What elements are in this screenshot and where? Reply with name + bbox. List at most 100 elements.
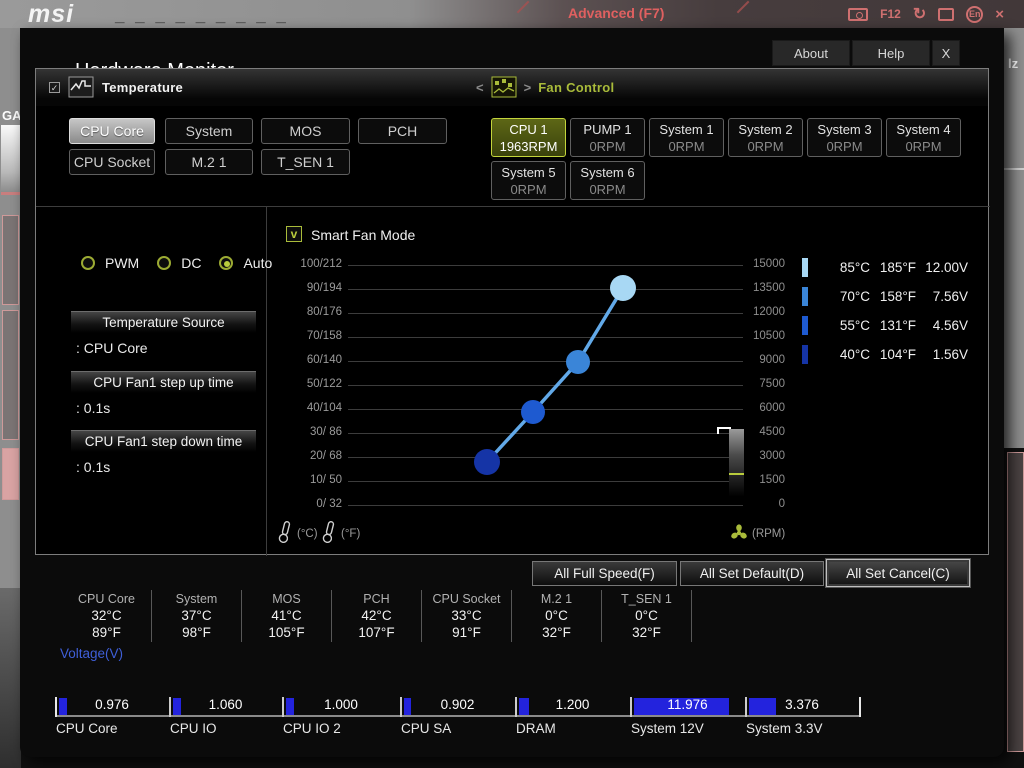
bios-screen: msi _ _ _ _ _ _ _ _ _ Advanced (F7) F12 … [0,0,1024,768]
temperature-source-button[interactable]: Temperature Source [71,311,256,334]
fan-control-chart-icon [491,76,517,98]
temp-button-cpu-core[interactable]: CPU Core [69,118,155,144]
chart-gridline [348,385,743,386]
temp-axis-tick: 80/176 [306,306,342,318]
temp-button-system[interactable]: System [165,118,253,144]
all-set-cancel-button[interactable]: All Set Cancel(C) [826,559,970,587]
readout-m2-1: M.2 1 0°C 32°F [512,590,602,642]
chart-gridline [348,409,743,410]
fan-button-pump-1[interactable]: PUMP 1 0RPM [570,118,645,157]
current-rpm-gauge[interactable] [729,429,744,504]
about-button[interactable]: About [772,40,850,66]
all-full-speed-button[interactable]: All Full Speed(F) [532,561,677,586]
fan-curve-point-85c[interactable] [610,275,636,301]
step-up-time-button[interactable]: CPU Fan1 step up time [71,371,256,394]
voltage-value: 1.200 [555,697,590,712]
fan-name: System 1 [659,121,714,137]
legend-row: 55°C 131°F 4.56V [802,311,968,340]
fan-name: PUMP 1 [583,121,632,137]
voltage-value: 1.000 [324,697,358,712]
fan-next-arrow[interactable]: > [524,80,532,95]
msi-logo: msi [28,0,75,28]
voltage-value: 3.376 [785,697,819,712]
background-right-line [1004,168,1024,170]
legend-temp-c: 40°C [839,347,870,362]
background-menu-fragment [2,310,19,440]
legend-voltage: 4.56V [932,318,968,333]
temperature-section-header: ✓ Temperature [49,76,183,98]
rpm-axis-tick: 15000 [753,258,785,270]
readout-pch: PCH 42°C 107°F [332,590,422,642]
fahrenheit-unit-label: (°F) [341,528,361,540]
radio-dc[interactable] [157,256,172,270]
readout-fahrenheit: 32°F [542,625,571,640]
temp-button-pch[interactable]: PCH [358,118,447,144]
readout-system: System 37°C 98°F [152,590,242,642]
temp-button-t-sen-1[interactable]: T_SEN 1 [261,149,350,175]
help-button[interactable]: Help [852,40,930,66]
chart-gridline [348,433,743,434]
voltage-value: 11.976 [667,697,708,712]
temp-button-cpu-socket[interactable]: CPU Socket [69,149,155,175]
readout-fahrenheit: 32°F [632,625,661,640]
readout-celsius: 41°C [271,608,302,623]
rpm-axis-tick: 0 [778,498,785,510]
temp-axis-tick: 60/140 [306,354,342,366]
fan-button-cpu-1[interactable]: CPU 1 1963RPM [491,118,566,157]
picture-icon [938,7,955,21]
readout-fahrenheit: 98°F [182,625,211,640]
legend-temp-f: 104°F [879,347,916,362]
radio-auto[interactable] [219,256,234,270]
temp-axis-tick: 20/ 68 [310,450,342,462]
fan-curve-point-40c[interactable] [474,449,500,475]
smart-fan-mode-label: Smart Fan Mode [311,227,416,243]
fan-curve-legend: 85°C 185°F 12.00V 70°C 158°F 7.56V 55°C … [802,253,968,369]
voltage-gauge-system-3-3v: 3.376 [746,696,858,716]
rpm-unit-label: (RPM) [752,528,786,540]
readout-celsius: 0°C [545,608,568,623]
chart-gridline [348,337,743,338]
voltage-value: 0.976 [95,697,129,712]
temp-axis-tick: 100/212 [300,258,342,270]
readout-cpu-socket: CPU Socket 33°C 91°F [422,590,512,642]
window-close-button[interactable]: X [932,40,960,66]
fan-button-system-3[interactable]: System 3 0RPM [807,118,882,157]
radio-pwm[interactable] [81,256,95,270]
fan-prev-arrow[interactable]: < [476,80,484,95]
temperature-section-title: Temperature [102,79,184,95]
rpm-axis-tick: 7500 [759,378,785,390]
fan-button-system-2[interactable]: System 2 0RPM [728,118,803,157]
click-bios-text-obscured: _ _ _ _ _ _ _ _ _ [115,6,289,25]
chart-gridline [348,457,743,458]
readout-name: T_SEN 1 [621,592,672,606]
fan-button-system-1[interactable]: System 1 0RPM [649,118,724,157]
background-menu-fragment [2,215,19,305]
smart-fan-mode-checkbox[interactable]: v [286,226,302,242]
fan-name: System 6 [580,164,635,180]
fan-button-system-5[interactable]: System 5 0RPM [491,161,566,200]
step-down-time-button[interactable]: CPU Fan1 step down time [71,430,256,453]
readout-mos: MOS 41°C 105°F [242,590,332,642]
game-boost-knob-fragment [1,125,20,195]
voltage-name-cpu-core: CPU Core [56,721,118,736]
fan-button-system-6[interactable]: System 6 0RPM [570,161,645,200]
temp-button-mos[interactable]: MOS [261,118,350,144]
voltage-name-system-12v: System 12V [631,721,704,736]
fan-button-system-4[interactable]: System 4 0RPM [886,118,961,157]
temp-axis-tick: 10/ 50 [310,474,342,486]
fan-curve-point-70c[interactable] [566,350,590,374]
fan-curve-line [485,287,625,464]
temperature-checkbox-icon[interactable]: ✓ [49,81,60,93]
fan-curve-point-55c[interactable] [521,400,545,424]
mhz-label-fragment: lz [1008,56,1019,71]
fan-rpm: 0RPM [826,138,863,154]
all-set-default-button[interactable]: All Set Default(D) [680,561,824,586]
refresh-icon: ↻ [912,6,927,23]
legend-row: 70°C 158°F 7.56V [802,282,968,311]
readout-name: PCH [363,592,390,606]
screenshot-camera-icon [848,7,869,21]
monitor-panel: ✓ Temperature < > Fan Control CPU Core S… [35,68,990,556]
temp-button-m2-1[interactable]: M.2 1 [165,149,253,175]
legend-swatch [802,316,808,335]
voltage-tick [859,697,861,717]
